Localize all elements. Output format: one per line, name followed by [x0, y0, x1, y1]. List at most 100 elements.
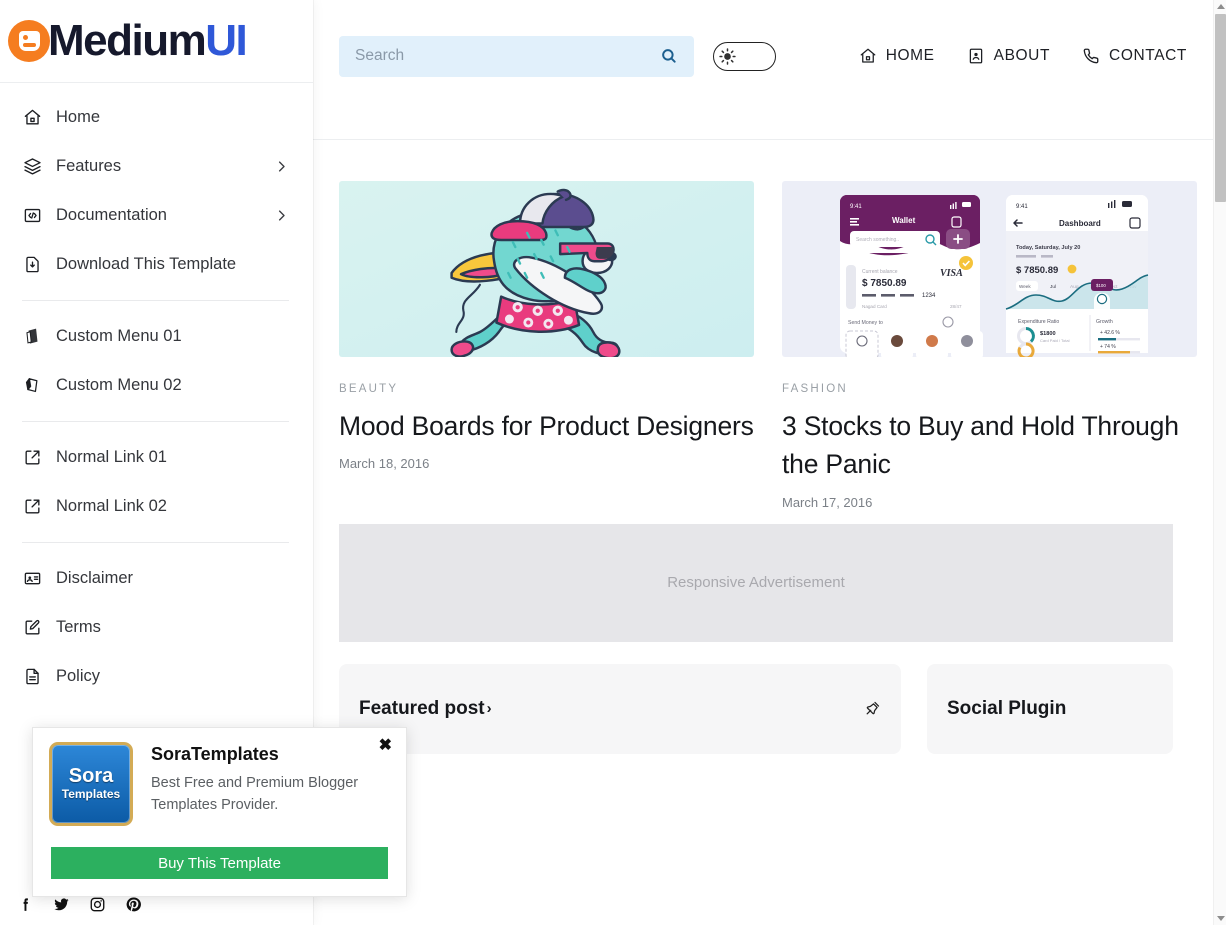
custom-menu-01-icon: [22, 327, 42, 347]
chevron-right-icon[interactable]: [274, 159, 289, 174]
post-category[interactable]: BEAUTY: [339, 383, 754, 395]
scroll-up-arrow-icon[interactable]: [1214, 0, 1226, 13]
sidebar-item-label: Policy: [56, 667, 101, 685]
pin-icon[interactable]: [864, 700, 881, 717]
post-card[interactable]: BEAUTY Mood Boards for Product Designers…: [339, 181, 754, 510]
page-root: MediumUI Home Features Documentation Dow…: [0, 0, 1226, 925]
custom-menu-02-icon: [22, 376, 42, 396]
sidebar-item-label: Download This Template: [56, 255, 237, 273]
code-icon: [22, 206, 42, 226]
sidebar-item-label: Documentation: [56, 206, 167, 224]
svg-text:Wallet: Wallet: [892, 216, 916, 225]
search-icon[interactable]: [660, 47, 678, 65]
header-inner: HOME ABOUT CONTACT: [313, 0, 1213, 112]
edit-square-icon: [22, 618, 42, 638]
buy-this-template-button[interactable]: Buy This Template: [51, 847, 388, 879]
top-header: HOME ABOUT CONTACT: [313, 0, 1213, 140]
social-plugin-title: Social Plugin: [947, 697, 1067, 719]
sidebar-item-label: Disclaimer: [56, 569, 134, 587]
responsive-advertisement[interactable]: Responsive Advertisement: [339, 523, 1173, 642]
sidebar-item-label: Normal Link 02: [56, 497, 167, 515]
svg-text:$1800: $1800: [1040, 331, 1056, 337]
svg-text:Growth: Growth: [1096, 319, 1113, 325]
scrollbar-thumb[interactable]: [1215, 14, 1226, 202]
svg-text:$ 7850.89: $ 7850.89: [862, 278, 907, 289]
svg-text:Current balance: Current balance: [862, 269, 898, 275]
svg-text:+ 42.6 %: + 42.6 %: [1100, 330, 1120, 336]
svg-text:Week: Week: [1019, 284, 1031, 289]
post-title[interactable]: 3 Stocks to Buy and Hold Through the Pan…: [782, 407, 1197, 484]
popup-logo-line2: Templates: [61, 786, 121, 801]
phone-icon: [1082, 47, 1100, 65]
brand-name: MediumUI: [48, 16, 248, 65]
chevron-right-icon[interactable]: [274, 208, 289, 223]
theme-toggle[interactable]: [713, 41, 776, 71]
post-category[interactable]: FASHION: [782, 383, 1197, 395]
sidebar-item-custom-menu-02[interactable]: Custom Menu 02: [0, 361, 313, 410]
svg-text:VISA: VISA: [940, 268, 963, 279]
svg-text:$ 7850.89: $ 7850.89: [1016, 265, 1058, 276]
close-icon[interactable]: ✖: [379, 738, 392, 754]
svg-text:Send Money to: Send Money to: [848, 320, 883, 326]
page-scrollbar[interactable]: [1213, 0, 1226, 925]
sidebar-item-policy[interactable]: Policy: [0, 652, 313, 701]
mobile-wallet-app-mockup[interactable]: 9:41 Wallet Search something.. Current b…: [782, 181, 1197, 357]
sidebar-item-disclaimer[interactable]: Disclaimer: [0, 554, 313, 603]
blogger-b-icon: [8, 20, 50, 62]
home-icon: [22, 108, 42, 128]
id-card-icon: [22, 569, 42, 589]
sidebar-item-documentation[interactable]: Documentation: [0, 191, 313, 240]
sidebar-item-label: Custom Menu 01: [56, 327, 182, 345]
svg-text:$100: $100: [1096, 283, 1106, 288]
external-link-icon: [22, 448, 42, 468]
sora-templates-logo-icon: Sora Templates: [49, 742, 133, 826]
top-nav-item-contact[interactable]: CONTACT: [1082, 47, 1187, 65]
sidebar-item-normal-link-01[interactable]: Normal Link 01: [0, 433, 313, 482]
surfing-bear-illustration[interactable]: [339, 181, 754, 357]
svg-text:Card Paid / Total: Card Paid / Total: [1040, 338, 1070, 343]
featured-post-title: Featured post: [359, 697, 485, 719]
post-date: March 17, 2016: [782, 494, 873, 510]
popup-header: Sora Templates SoraTemplates Best Free a…: [49, 742, 390, 826]
svg-text:9:41: 9:41: [850, 204, 862, 210]
post-title[interactable]: Mood Boards for Product Designers: [339, 407, 754, 445]
home-icon: [859, 47, 877, 65]
popup-logo-line1: Sora: [68, 764, 114, 787]
sidebar-divider: [22, 300, 289, 301]
top-nav-item-about[interactable]: ABOUT: [967, 47, 1050, 65]
brand-name-primary: Medium: [48, 16, 207, 65]
sidebar-item-terms[interactable]: Terms: [0, 603, 313, 652]
sidebar-divider: [22, 542, 289, 543]
sidebar-item-label: Home: [56, 108, 101, 126]
sidebar-item-label: Custom Menu 02: [56, 376, 182, 394]
top-nav-label: HOME: [885, 47, 935, 64]
post-date: March 18, 2016: [339, 456, 430, 472]
top-nav: HOME ABOUT CONTACT: [859, 47, 1187, 65]
svg-text:Jul: Jul: [1050, 284, 1056, 290]
scroll-down-arrow-icon[interactable]: [1214, 912, 1226, 925]
social-plugin-widget[interactable]: Social Plugin: [927, 663, 1173, 754]
main-content: BEAUTY Mood Boards for Product Designers…: [313, 140, 1213, 925]
sora-templates-popup: ✖ Sora Templates SoraTemplates Best Free…: [32, 727, 407, 897]
download-file-icon: [22, 255, 42, 275]
svg-text:Expenditure Ratio: Expenditure Ratio: [1018, 319, 1059, 325]
svg-text:9:41: 9:41: [1016, 204, 1028, 210]
chevron-right-icon: ›: [486, 700, 492, 718]
sidebar-item-download-template[interactable]: Download This Template: [0, 240, 313, 289]
svg-text:1234: 1234: [922, 293, 936, 299]
featured-post-widget[interactable]: Featured post ›: [339, 663, 901, 754]
svg-text:Dashboard: Dashboard: [1059, 219, 1101, 228]
top-nav-item-home[interactable]: HOME: [859, 47, 935, 65]
search-box[interactable]: [339, 35, 694, 77]
sidebar-item-custom-menu-01[interactable]: Custom Menu 01: [0, 312, 313, 361]
top-nav-label: CONTACT: [1109, 47, 1187, 64]
sidebar-item-features[interactable]: Features: [0, 142, 313, 191]
sidebar-item-home[interactable]: Home: [0, 93, 313, 142]
document-icon: [22, 667, 42, 687]
brand-logo[interactable]: MediumUI: [0, 0, 313, 83]
post-card[interactable]: 9:41 Wallet Search something.. Current b…: [782, 181, 1197, 510]
popup-description: Best Free and Premium Blogger Templates …: [151, 775, 359, 814]
sidebar-item-label: Normal Link 01: [56, 448, 167, 466]
sidebar-item-normal-link-02[interactable]: Normal Link 02: [0, 482, 313, 531]
search-input[interactable]: [355, 47, 660, 65]
